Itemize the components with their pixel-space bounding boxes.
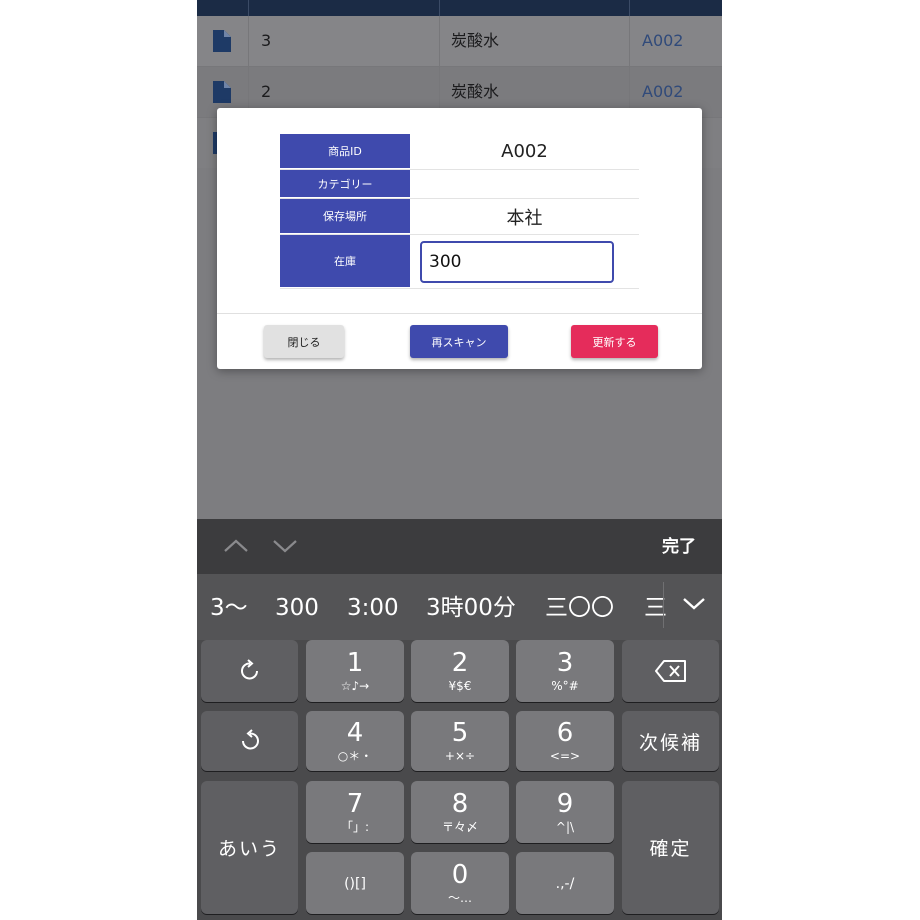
phone-screen: 3 炭酸水 A002 2 炭酸水 A002 商品ID A002 カテゴリー 保存… [197, 0, 722, 920]
key-6[interactable]: 6 <=> [516, 711, 614, 771]
key-2[interactable]: 2 ¥$€ [411, 640, 509, 702]
row-name: 炭酸水 [451, 31, 500, 50]
key-sub-label: ☆♪→ [340, 679, 370, 693]
keyboard-toolbar: 完了 [197, 519, 722, 574]
document-icon[interactable] [213, 30, 231, 52]
chevron-down-icon[interactable] [270, 531, 300, 561]
key-main-label: 0 [451, 860, 469, 890]
field-label: 保存場所 [280, 199, 410, 234]
field-row-category: カテゴリー [280, 170, 639, 199]
key-main-label: 6 [556, 718, 574, 748]
key-sub-label: 〒々〆 [441, 820, 478, 834]
stock-cell [410, 235, 639, 288]
field-label: カテゴリー [280, 170, 410, 198]
stock-input[interactable] [420, 240, 614, 283]
key-sub-label: 「」: [340, 820, 370, 834]
key-main-label: 5 [451, 718, 469, 748]
key-9[interactable]: 9 ^|\ [516, 781, 614, 843]
key-main-label: 1 [346, 648, 364, 678]
key-4[interactable]: 4 ○＊・ [306, 711, 404, 771]
field-row-product-id: 商品ID A002 [280, 134, 639, 170]
product-detail-table: 商品ID A002 カテゴリー 保存場所 本社 在庫 [280, 134, 639, 289]
category-value [410, 170, 639, 198]
field-row-location: 保存場所 本社 [280, 199, 639, 235]
chevron-up-icon[interactable] [221, 531, 251, 561]
field-label: 在庫 [280, 235, 410, 288]
candidate-item[interactable]: 3〜 [210, 574, 248, 642]
dialog-divider [217, 313, 702, 314]
kana-mode-key[interactable]: あいう [201, 781, 298, 914]
candidate-separator [663, 582, 664, 628]
undo-icon [241, 729, 259, 750]
key-8[interactable]: 8 〒々〆 [411, 781, 509, 843]
punctuation-label: .,-/ [555, 876, 575, 892]
candidate-item[interactable]: 3:00 [347, 574, 399, 642]
backspace-icon [654, 660, 686, 682]
brackets-key[interactable]: ()[] [306, 852, 404, 914]
rescan-button[interactable]: 再スキャン [410, 325, 508, 358]
redo-icon [240, 659, 258, 680]
key-sub-label: ○＊・ [337, 749, 373, 763]
kana-mode-label: あいう [217, 838, 281, 860]
key-1[interactable]: 1 ☆♪→ [306, 640, 404, 702]
redo-key[interactable] [201, 640, 298, 702]
backspace-key[interactable] [622, 640, 719, 702]
expand-candidates-icon[interactable] [681, 594, 707, 614]
candidate-item[interactable]: 300 [275, 574, 319, 642]
numeric-keypad: あいう 1 ☆♪→ 2 ¥$€ 3 %°# 4 ○＊・ 5 +×÷ 6 <=> … [197, 640, 722, 920]
key-sub-label: 〜… [447, 891, 472, 905]
product-id-value: A002 [501, 141, 548, 162]
key-main-label: 3 [556, 648, 574, 678]
row-id-link[interactable]: A002 [642, 16, 683, 66]
next-candidate-label: 次候補 [638, 731, 702, 754]
key-0[interactable]: 0 〜… [411, 852, 509, 914]
next-candidate-key[interactable]: 次候補 [622, 711, 719, 771]
key-main-label: 2 [451, 648, 469, 678]
document-icon[interactable] [213, 81, 231, 103]
key-sub-label: ¥$€ [448, 679, 472, 693]
close-button[interactable]: 閉じる [264, 325, 344, 358]
key-sub-label: +×÷ [444, 749, 476, 763]
key-main-label: 4 [346, 718, 364, 748]
candidate-item[interactable]: 3時00分 [426, 574, 516, 642]
candidate-bar: 3〜 300 3:00 3時00分 三〇〇 三 [197, 574, 722, 640]
key-main-label: 9 [556, 789, 574, 819]
location-value: 本社 [506, 207, 543, 229]
key-3[interactable]: 3 %°# [516, 640, 614, 702]
field-label: 商品ID [280, 134, 410, 169]
confirm-key[interactable]: 確定 [622, 781, 719, 914]
table-row[interactable]: 3 炭酸水 A002 [197, 16, 722, 67]
punctuation-key[interactable]: .,-/ [516, 852, 614, 914]
done-button[interactable]: 完了 [662, 519, 696, 574]
row-number: 3 [261, 31, 272, 50]
confirm-label: 確定 [649, 838, 692, 860]
key-main-label: 7 [346, 789, 364, 819]
table-header [197, 0, 722, 16]
undo-key[interactable] [201, 711, 298, 771]
candidate-item[interactable]: 三〇〇 [545, 574, 614, 642]
key-7[interactable]: 7 「」: [306, 781, 404, 843]
key-main-label: 8 [451, 789, 469, 819]
brackets-label: ()[] [344, 876, 366, 892]
key-sub-label: <=> [549, 749, 581, 763]
key-sub-label: %°# [551, 679, 579, 693]
stock-edit-dialog: 商品ID A002 カテゴリー 保存場所 本社 在庫 閉じる 再スキャン 更新す… [217, 108, 702, 369]
key-sub-label: ^|\ [555, 820, 575, 834]
key-5[interactable]: 5 +×÷ [411, 711, 509, 771]
field-row-stock: 在庫 [280, 235, 639, 289]
update-button[interactable]: 更新する [571, 325, 658, 358]
